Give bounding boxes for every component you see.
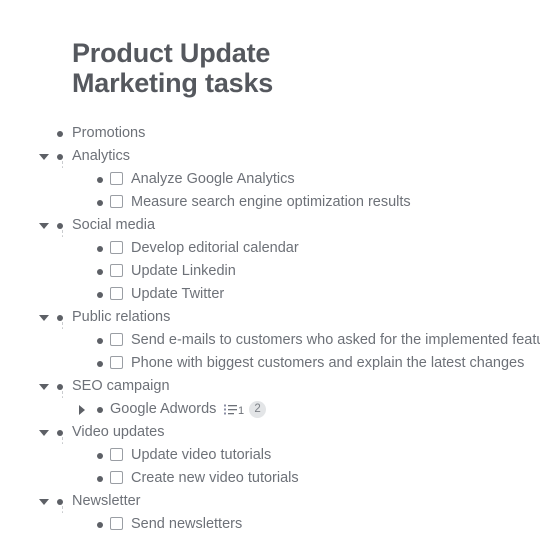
bullet-icon	[97, 177, 103, 183]
task-checkbox[interactable]	[110, 287, 123, 300]
outline-section-row[interactable]: Video updates	[0, 421, 540, 444]
outline-item-label: Phone with biggest customers and explain…	[131, 355, 525, 371]
task-checkbox[interactable]	[110, 241, 123, 254]
bullet-icon	[97, 407, 103, 413]
outline-task-row[interactable]: Send newsletters	[0, 513, 540, 536]
outline-item-label: Create new video tutorials	[131, 470, 299, 486]
task-checkbox[interactable]	[110, 517, 123, 530]
outline-item-label: Social media	[72, 217, 156, 233]
bullet-icon	[97, 453, 103, 459]
task-checkbox[interactable]	[110, 356, 123, 369]
outline-section-row[interactable]: Promotions	[0, 122, 540, 145]
bullet-icon	[97, 246, 103, 252]
outline-task-row[interactable]: Measure search engine optimization resul…	[0, 191, 540, 214]
bullet-icon	[57, 154, 63, 160]
outline-guide-line	[62, 437, 63, 444]
outline-item-label: Analytics	[72, 148, 131, 164]
task-checkbox[interactable]	[110, 172, 123, 185]
bullet-icon	[97, 522, 103, 528]
outline-item-label: Newsletter	[72, 493, 141, 509]
bullet-icon	[57, 315, 63, 321]
chevron-down-icon[interactable]	[38, 421, 50, 444]
outline-item-label: Update Twitter	[131, 286, 225, 302]
bullet-icon	[97, 361, 103, 367]
outline-item-label: Video updates	[72, 424, 165, 440]
chevron-down-icon[interactable]	[38, 306, 50, 329]
bullet-icon	[57, 430, 63, 436]
outline-guide-line	[62, 322, 63, 329]
outline-task-row[interactable]: Update Linkedin	[0, 260, 540, 283]
outline-item-label: Update Linkedin	[131, 263, 236, 279]
checklist-count: 1	[238, 405, 245, 417]
outline-document-page: Product Update Marketing tasks Promotion…	[0, 0, 540, 540]
outline-task-row[interactable]: Google Adwords 1 2	[0, 398, 540, 421]
chevron-right-icon[interactable]	[78, 398, 90, 421]
outline-task-row[interactable]: Develop editorial calendar	[0, 237, 540, 260]
bullet-icon	[57, 223, 63, 229]
outline-item-label: Send newsletters	[131, 516, 243, 532]
page-title: Product Update Marketing tasks	[72, 38, 274, 98]
outline-task-row[interactable]: Update Twitter	[0, 283, 540, 306]
outline-item-label: Develop editorial calendar	[131, 240, 299, 256]
outline-guide-line	[62, 161, 63, 168]
outline-item-meta: 12	[224, 398, 267, 421]
outline-item-label: Google Adwords	[110, 401, 217, 417]
outline-task-row[interactable]: Send e-mails to customers who asked for …	[0, 329, 540, 352]
chevron-down-icon[interactable]	[38, 375, 50, 398]
outline-item-label: Measure search engine optimization resul…	[131, 194, 411, 210]
task-checkbox[interactable]	[110, 195, 123, 208]
bullet-icon	[57, 384, 63, 390]
outline-guide-line	[62, 230, 63, 237]
bullet-icon	[97, 269, 103, 275]
bullet-icon	[57, 499, 63, 505]
outline-task-row[interactable]: Update video tutorials	[0, 444, 540, 467]
chevron-down-icon[interactable]	[38, 214, 50, 237]
outline-guide-line	[62, 506, 63, 513]
task-checkbox[interactable]	[110, 333, 123, 346]
task-checkbox[interactable]	[110, 264, 123, 277]
outline-section-row[interactable]: Newsletter	[0, 490, 540, 513]
outline-item-label: Promotions	[72, 125, 146, 141]
outline-item-label: Send e-mails to customers who asked for …	[131, 332, 540, 348]
outline-task-row[interactable]: Create new video tutorials	[0, 467, 540, 490]
outline-section-row[interactable]: Social media	[0, 214, 540, 237]
outline-task-row[interactable]: Phone with biggest customers and explain…	[0, 352, 540, 375]
checklist-icon[interactable]: 1	[224, 404, 245, 417]
outline-section-row[interactable]: Analytics	[0, 145, 540, 168]
outline-task-row[interactable]: Analyze Google Analytics	[0, 168, 540, 191]
outline-item-label: Update video tutorials	[131, 447, 272, 463]
outline-guide-line	[62, 391, 63, 398]
outline-section-row[interactable]: Public relations	[0, 306, 540, 329]
task-checkbox[interactable]	[110, 471, 123, 484]
outline-item-label: SEO campaign	[72, 378, 170, 394]
outline-section-row[interactable]: SEO campaign	[0, 375, 540, 398]
task-checkbox[interactable]	[110, 448, 123, 461]
chevron-down-icon[interactable]	[38, 490, 50, 513]
task-outline-list: Promotions Analytics Analyze Google Analyt…	[0, 122, 540, 536]
outline-item-label: Public relations	[72, 309, 171, 325]
status-badge[interactable]: 2	[249, 401, 267, 418]
bullet-icon	[97, 200, 103, 206]
bullet-icon	[57, 131, 63, 137]
bullet-icon	[97, 476, 103, 482]
chevron-down-icon[interactable]	[38, 145, 50, 168]
outline-item-label: Analyze Google Analytics	[131, 171, 295, 187]
bullet-icon	[97, 338, 103, 344]
bullet-icon	[97, 292, 103, 298]
